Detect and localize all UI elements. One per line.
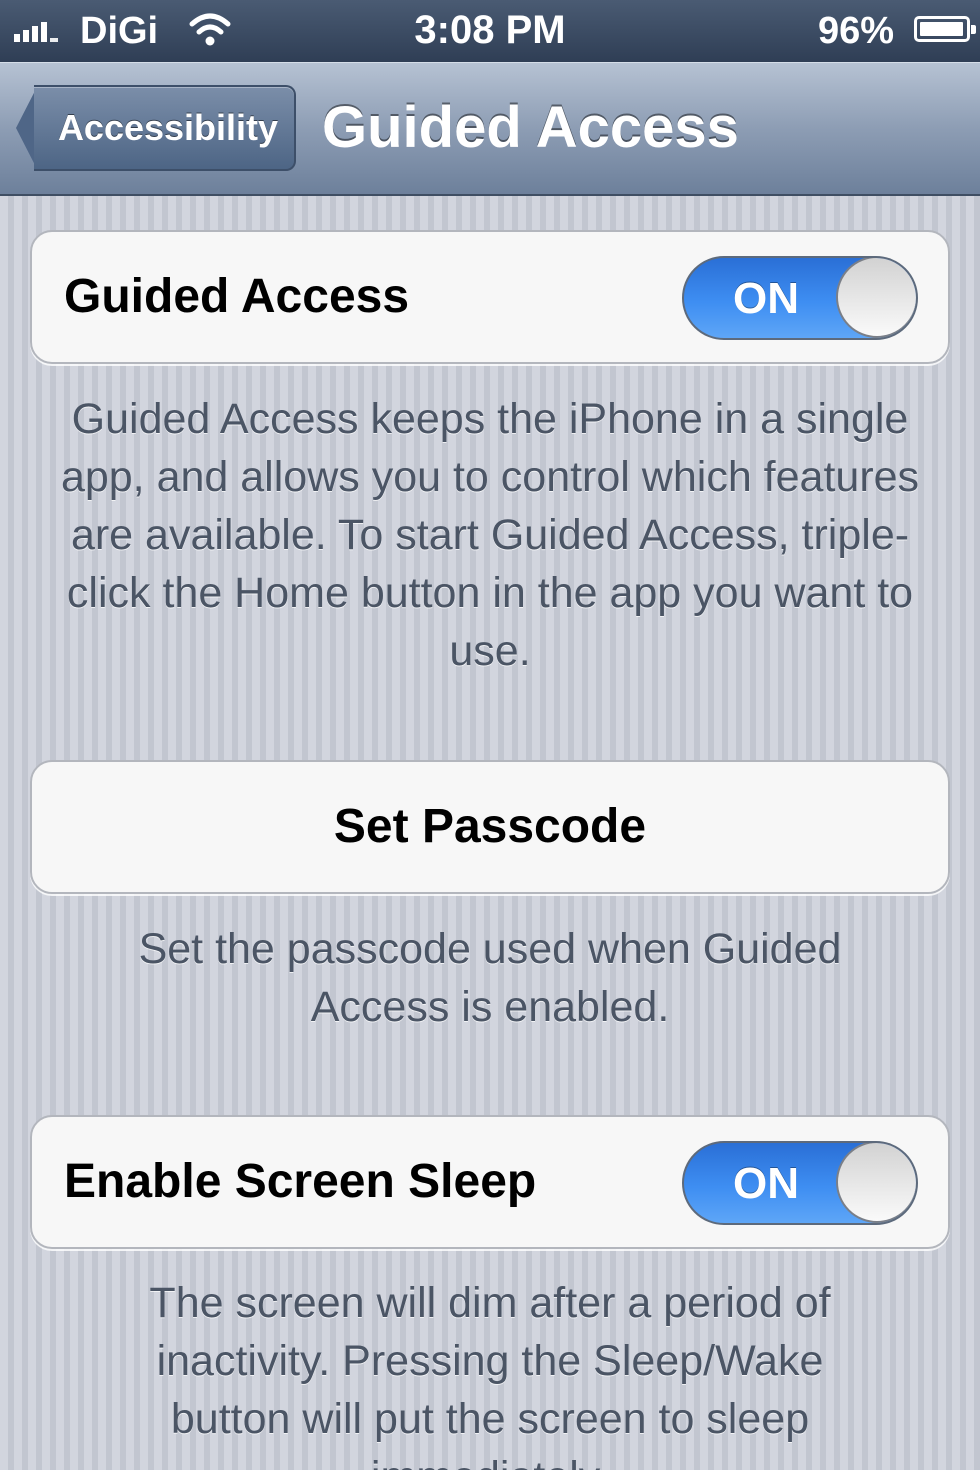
guided-access-footer: Guided Access keeps the iPhone in a sing… (60, 395, 920, 675)
guided-access-label: Guided Access (64, 270, 410, 323)
screen-sleep-label: Enable Screen Sleep (64, 1155, 537, 1208)
status-bar: DiGi 3:08 PM 96% (0, 0, 980, 62)
guided-access-toggle[interactable]: ON (682, 256, 918, 340)
set-passcode-label: Set Passcode (333, 800, 647, 853)
battery-icon (914, 16, 976, 42)
screen-sleep-toggle-text: ON (733, 1159, 799, 1208)
battery-percentage: 96% (817, 10, 894, 52)
guided-access-toggle-knob[interactable] (836, 258, 916, 338)
back-button[interactable]: Accessibility (34, 85, 296, 171)
page-title: Guided Access (322, 95, 739, 160)
passcode-footer: Set the passcode used when Guided Access… (138, 925, 842, 1031)
screen-sleep-cell: Enable Screen Sleep ON (30, 1115, 950, 1249)
set-passcode-button[interactable]: Set Passcode (30, 760, 950, 894)
guided-access-toggle-text: ON (733, 274, 799, 323)
back-button-label: Accessibility (57, 107, 279, 148)
navigation-bar: Accessibility Guided Access (0, 62, 980, 196)
guided-access-cell: Guided Access ON (30, 230, 950, 364)
screen-sleep-footer: The screen will dim after a period of in… (149, 1279, 831, 1470)
screen-sleep-toggle-knob[interactable] (836, 1143, 916, 1223)
screen-sleep-toggle[interactable]: ON (682, 1141, 918, 1225)
